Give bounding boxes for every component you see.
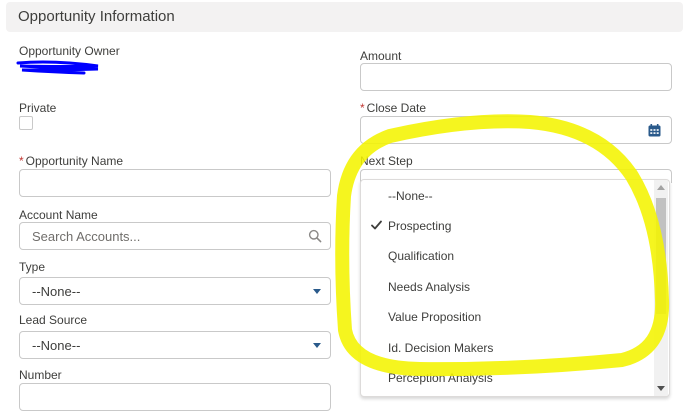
account-name-label: Account Name [19,208,98,222]
listbox-option[interactable]: Needs Analysis [361,272,653,302]
lead-source-label: Lead Source [19,313,88,327]
private-checkbox[interactable] [19,116,33,130]
account-search-input[interactable]: Search Accounts... [19,222,331,250]
scrollbar-thumb[interactable] [656,198,666,314]
required-mark: * [360,101,365,115]
next-step-listbox[interactable]: --None-- Prospecting Qualification Needs… [360,179,670,397]
required-mark: * [19,154,24,168]
next-step-label: Next Step [360,154,413,168]
amount-label: Amount [360,49,402,63]
opportunity-name-label-text: Opportunity Name [25,154,124,168]
opportunity-name-input[interactable] [19,169,331,197]
checkmark-icon [371,220,382,230]
calendar-icon[interactable] [648,124,661,137]
listbox-option[interactable]: Value Proposition [361,302,653,332]
opportunity-name-label: * Opportunity Name [19,154,123,168]
owner-label: Opportunity Owner [19,44,120,58]
listbox-scrollbar[interactable] [654,180,668,396]
redaction-scribble [16,60,99,75]
amount-input[interactable] [360,63,672,91]
listbox-option[interactable]: --None-- [361,181,653,211]
lead-source-value: --None-- [32,338,81,353]
close-date-input[interactable] [360,116,672,144]
number-input[interactable] [19,383,331,411]
option-label: Needs Analysis [388,280,471,294]
private-label: Private [19,101,57,115]
listbox-option[interactable]: Perception Analysis [361,363,653,393]
type-select[interactable]: --None-- [19,277,331,305]
search-icon[interactable] [308,229,322,243]
type-value: --None-- [32,284,81,299]
close-date-label-text: Close Date [366,101,427,115]
lead-source-select[interactable]: --None-- [19,331,331,359]
listbox-option-selected[interactable]: Prospecting [361,211,653,241]
listbox-option[interactable]: Qualification [361,241,653,271]
close-date-label: * Close Date [360,101,426,115]
chevron-down-icon [313,343,321,348]
listbox-option[interactable]: Id. Decision Makers [361,333,653,363]
section-header: Opportunity Information [6,2,683,32]
option-label: Qualification [388,249,455,263]
option-label: Value Proposition [388,310,482,324]
chevron-down-icon [313,289,321,294]
number-label: Number [19,368,62,382]
scroll-up-arrow-icon[interactable] [657,185,665,190]
account-search-placeholder: Search Accounts... [32,229,141,244]
option-label: Perception Analysis [388,371,493,385]
option-label: --None-- [388,189,433,203]
option-label: Prospecting [388,219,452,233]
type-label: Type [19,260,46,274]
section-title: Opportunity Information [18,8,175,25]
scroll-down-arrow-icon[interactable] [657,386,665,391]
option-label: Id. Decision Makers [388,341,494,355]
